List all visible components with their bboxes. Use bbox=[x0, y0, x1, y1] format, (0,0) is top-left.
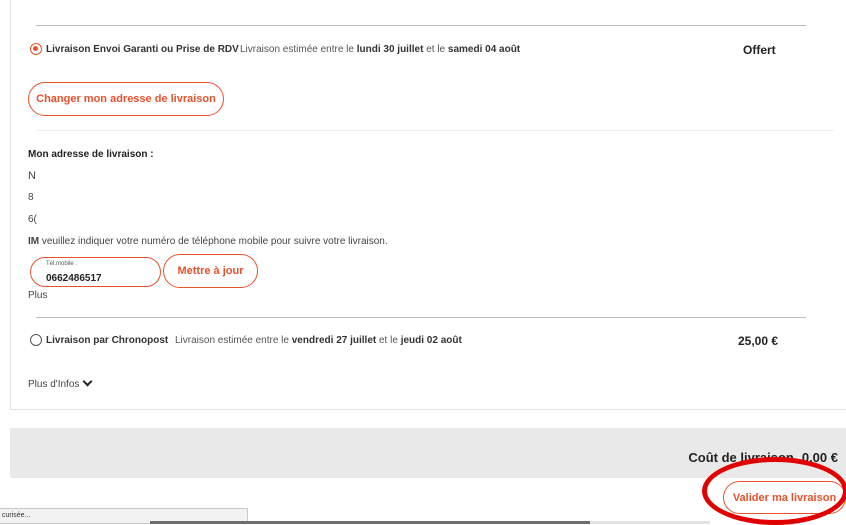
phone-field-label: Tél.mobile : bbox=[46, 261, 78, 267]
address-line-name: N bbox=[28, 170, 36, 182]
validate-delivery-button[interactable]: Valider ma livraison bbox=[723, 481, 846, 514]
address-title: Mon adresse de livraison : bbox=[28, 149, 154, 160]
option-divider bbox=[36, 317, 806, 318]
address-line-street: 8 bbox=[28, 192, 34, 203]
option-1-name: Livraison Envoi Garanti ou Prise de RDV bbox=[46, 44, 239, 55]
change-address-button[interactable]: Changer mon adresse de livraison bbox=[28, 82, 224, 116]
update-phone-button[interactable]: Mettre à jour bbox=[163, 254, 258, 288]
option-2-estimate: Livraison estimée entre le vendredi 27 j… bbox=[175, 335, 462, 346]
option-2-price: 25,00 € bbox=[738, 334, 779, 348]
option-2-radio[interactable] bbox=[30, 334, 42, 346]
option-1-estimate: Livraison estimée entre le lundi 30 juil… bbox=[240, 44, 521, 55]
phone-field[interactable]: Tél.mobile : bbox=[30, 257, 161, 287]
more-info-link-partial[interactable]: Plus bbox=[28, 290, 47, 301]
delivery-options-card bbox=[10, 0, 846, 410]
option-2-name: Livraison par Chronopost bbox=[46, 335, 169, 346]
delivery-cost: Coût de livraison 0,00 € bbox=[688, 450, 838, 465]
address-line-city: 6( bbox=[28, 214, 37, 225]
important-notice: IM veuillez indiquer votre numéro de tél… bbox=[28, 236, 388, 247]
section-divider bbox=[36, 130, 834, 131]
chevron-down-icon bbox=[82, 376, 93, 387]
top-divider bbox=[36, 25, 806, 26]
more-info-link[interactable]: Plus d'Infos bbox=[28, 376, 93, 390]
option-1-radio[interactable] bbox=[30, 43, 42, 55]
phone-input[interactable] bbox=[46, 273, 146, 284]
option-1-price: Offert bbox=[743, 43, 776, 57]
